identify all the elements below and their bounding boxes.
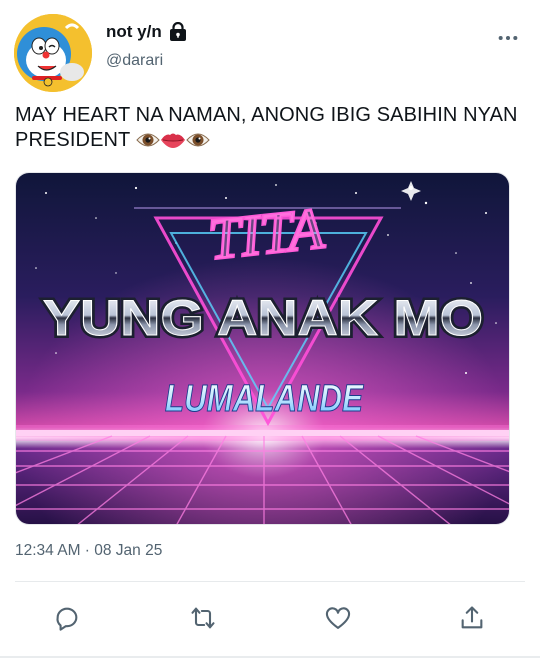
lock-icon [168,21,188,42]
share-icon [461,606,483,629]
more-dots-icon [498,35,518,41]
heart-icon [325,607,351,629]
display-name-row: not y/n [106,21,188,42]
like-button[interactable] [318,598,358,638]
eye-emoji [135,130,160,157]
reply-icon [56,607,78,631]
bottom-divider [0,656,540,658]
retro-synthwave-image: TITA TITA YUNG ANAK MO YUNG ANAK MO LUMA… [16,173,509,524]
tweet-body: MAY HEART NA NAMAN, ANONG IBIG SABIHIN N… [15,104,518,151]
tweet-text: MAY HEART NA NAMAN, ANONG IBIG SABIHIN N… [15,103,530,157]
tweet[interactable]: not y/n @darari MAY HEART NA NAMAN, ANON… [0,0,540,664]
user-handle[interactable]: @darari [106,52,188,70]
lips-emoji [160,130,186,157]
action-bar [0,598,540,638]
doraemon-avatar-image [14,14,92,92]
more-options-button[interactable] [496,28,520,48]
divider [15,581,525,582]
share-button[interactable] [452,598,492,638]
media-text-lumalande: LUMALANDE [165,378,364,420]
tweet-timestamp[interactable]: 12:34 AM · 08 Jan 25 [15,542,162,560]
media-text-yung-anak-mo: YUNG ANAK MO [43,290,483,346]
tweet-media-image[interactable]: TITA TITA YUNG ANAK MO YUNG ANAK MO LUMA… [15,172,510,525]
avatar[interactable] [14,14,92,92]
eye-emoji [185,130,210,157]
reply-button[interactable] [47,598,87,638]
user-info: not y/n @darari [106,21,188,70]
retweet-button[interactable] [183,598,223,638]
display-name[interactable]: not y/n [106,22,162,42]
retweet-icon [191,607,215,629]
media-text-tita-fill: TITA [205,195,327,272]
